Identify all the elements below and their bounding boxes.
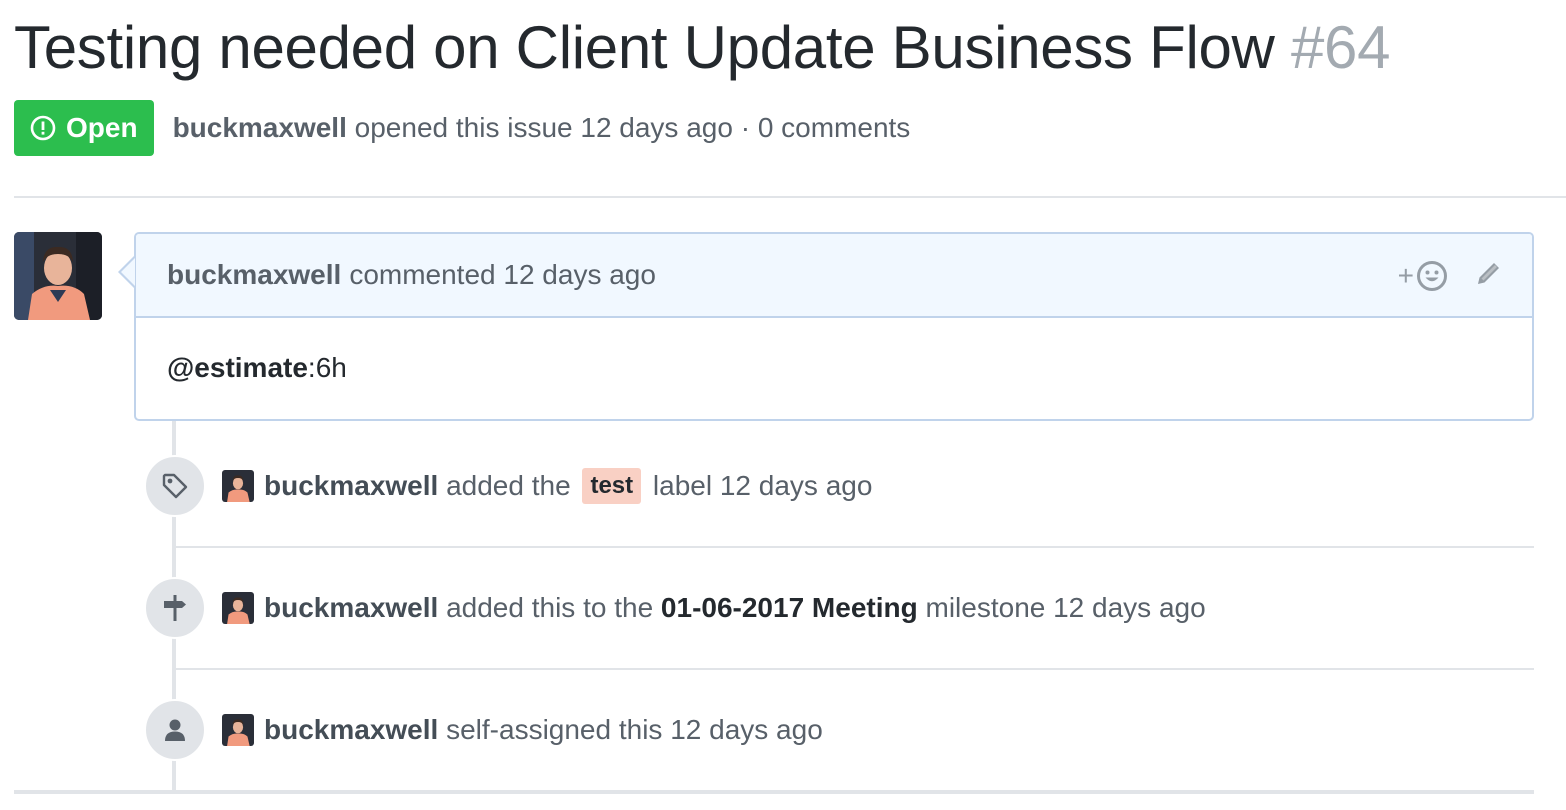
event-icon-wrap [144,699,206,761]
event-pre-text: self-assigned this 12 days ago [446,714,823,745]
mention-link[interactable]: @estimate [167,352,308,383]
issue-meta: Open buckmaxwell opened this issue 12 da… [14,100,910,156]
event-text: buckmaxwell added this to the 01-06-2017… [264,592,1206,624]
event-pre-text: added this to the [446,592,654,623]
timeline-divider [176,546,1534,548]
milestone-icon [164,595,186,621]
state-badge: Open [14,100,154,156]
avatar[interactable] [222,470,254,502]
event-text: buckmaxwell added the test label 12 days… [264,468,872,504]
avatar-image [14,232,102,320]
tag-icon [162,473,188,499]
edit-comment-button[interactable] [1474,258,1504,293]
event-pre-text: added the [446,470,571,501]
pencil-icon [1478,263,1499,284]
comment-body-text: :6h [307,352,347,383]
state-label: Open [66,112,138,143]
comment-caret-inner [121,258,135,286]
issue-meta-text: buckmaxwell opened this issue 12 days ag… [173,112,911,144]
event-post-text: milestone 12 days ago [925,592,1206,623]
milestone-link[interactable]: 01-06-2017 Meeting [661,592,918,623]
avatar-image [222,714,254,746]
avatar-image [222,592,254,624]
comment-body: @estimate:6h [136,318,1532,384]
avatar[interactable] [222,714,254,746]
comment-author-link[interactable]: buckmaxwell [167,259,341,291]
event-user-link[interactable]: buckmaxwell [264,470,438,501]
timeline-bottom-divider [14,790,1534,794]
event-text: buckmaxwell self-assigned this 12 days a… [264,714,823,746]
event-icon-wrap [144,455,206,517]
comment-header: buckmaxwell commented 12 days ago [136,234,1532,318]
plus-icon: + [1397,259,1414,291]
event-icon-wrap [144,577,206,639]
issue-number: #64 [1290,14,1391,81]
avatar-image [222,470,254,502]
issue-opened-text: opened this issue 12 days ago · 0 commen… [354,112,911,143]
issue-title-text: Testing needed on Client Update Business… [14,14,1275,81]
timeline-divider [176,668,1534,670]
comment-actions: + [1398,258,1504,293]
avatar[interactable] [222,592,254,624]
timeline-event-assign: buckmaxwell self-assigned this 12 days a… [144,699,823,761]
issue-author-link[interactable]: buckmaxwell [173,112,347,143]
person-icon [165,719,185,741]
comment-action-text: commented 12 days ago [349,259,656,290]
comment-card: buckmaxwell commented 12 days ago + @est… [134,232,1534,421]
timeline-event-label: buckmaxwell added the test label 12 days… [144,455,872,517]
timeline-event-milestone: buckmaxwell added this to the 01-06-2017… [144,577,1206,639]
header-divider [14,196,1566,198]
event-user-link[interactable]: buckmaxwell [264,714,438,745]
issue-opened-icon [30,115,56,141]
issue-title: Testing needed on Client Update Business… [14,10,1390,86]
event-user-link[interactable]: buckmaxwell [264,592,438,623]
smiley-icon [1417,260,1447,291]
avatar[interactable] [14,232,102,320]
event-post-text: label 12 days ago [652,470,873,501]
add-reaction-button[interactable]: + [1398,260,1448,292]
label-test[interactable]: test [582,468,642,504]
